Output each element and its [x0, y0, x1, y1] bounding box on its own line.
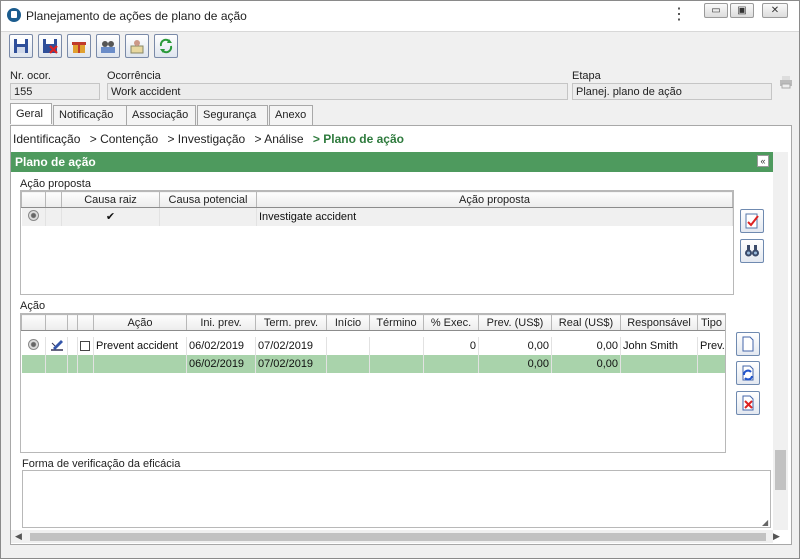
proposed-action-grid: Causa raiz Causa potencial Ação proposta…	[20, 190, 734, 295]
section-header: Plano de ação	[11, 152, 778, 172]
breadcrumb-item[interactable]: > Contenção	[90, 132, 158, 146]
delete-document-icon[interactable]	[736, 391, 760, 415]
column-header[interactable]	[45, 314, 68, 331]
tab-geral[interactable]: Geral	[10, 103, 52, 124]
table-row[interactable]: Prevent accident 06/02/2019 07/02/2019 0…	[21, 336, 725, 355]
type-cell: Prev.	[697, 336, 725, 355]
breadcrumb-item[interactable]: Identificação	[13, 132, 80, 146]
table-row[interactable]: ✔ Investigate accident	[21, 207, 733, 226]
column-header[interactable]	[21, 191, 46, 208]
exec-percent-cell: 0	[423, 336, 479, 355]
column-header[interactable]: Ação	[93, 314, 187, 331]
stage-field[interactable]: Planej. plano de ação	[572, 83, 772, 100]
resize-grip-icon[interactable]: ◢	[762, 518, 768, 527]
row-checkbox[interactable]	[80, 340, 90, 351]
edit-document-icon[interactable]	[736, 361, 760, 385]
column-header[interactable]	[67, 314, 78, 331]
gift-icon[interactable]	[67, 34, 91, 58]
proposed-action-label: Ação proposta	[20, 178, 91, 190]
action-label: Ação	[20, 300, 46, 312]
window-title: Planejamento de ações de plano de ação	[26, 9, 247, 23]
breadcrumb-item[interactable]: > Investigação	[167, 132, 245, 146]
tab-associacao[interactable]: Associação	[126, 105, 196, 125]
column-header[interactable]: Causa potencial	[159, 191, 257, 208]
save-and-close-icon[interactable]	[38, 34, 62, 58]
total-start-planned-cell: 06/02/2019	[186, 354, 256, 373]
minimize-button[interactable]: ▭	[704, 3, 728, 18]
efficacy-label: Forma de verificação da eficácia	[22, 458, 181, 470]
close-button[interactable]: ✕	[762, 3, 788, 18]
total-planned-cost-cell: 0,00	[478, 354, 552, 373]
planned-cost-cell: 0,00	[478, 336, 552, 355]
vertical-scroll-thumb[interactable]	[775, 450, 786, 490]
approve-document-icon[interactable]	[740, 209, 764, 233]
app-icon	[7, 8, 21, 22]
breadcrumb-current[interactable]: > Plano de ação	[313, 132, 404, 146]
refresh-icon[interactable]	[154, 34, 178, 58]
edit-action-icon[interactable]	[45, 336, 68, 355]
real-cost-cell: 0,00	[551, 336, 621, 355]
efficacy-textarea[interactable]	[22, 470, 771, 528]
occurrence-label: Ocorrência	[107, 70, 161, 82]
window: Planejamento de ações de plano de ação ⋮…	[0, 0, 800, 559]
action-grid: Ação Ini. prev. Term. prev. Início Térmi…	[20, 313, 726, 453]
new-document-icon[interactable]	[736, 332, 760, 356]
column-header[interactable]: Ini. prev.	[186, 314, 256, 331]
column-header[interactable]: Término	[369, 314, 424, 331]
action-name-cell: Prevent accident	[93, 336, 187, 355]
search-user-icon[interactable]	[96, 34, 120, 58]
toolbar	[1, 31, 799, 61]
row-radio[interactable]	[27, 209, 39, 221]
start-planned-cell: 06/02/2019	[186, 336, 256, 355]
column-header[interactable]: Ação proposta	[256, 191, 733, 208]
column-header[interactable]: % Exec.	[423, 314, 479, 331]
potential-cause-cell	[159, 207, 257, 226]
breadcrumb: Identificação > Contenção > Investigação…	[13, 132, 410, 146]
column-header[interactable]: Term. prev.	[255, 314, 327, 331]
section-title: Plano de ação	[15, 155, 96, 169]
stage-label: Etapa	[572, 70, 601, 82]
column-header[interactable]	[45, 191, 62, 208]
tab-anexo[interactable]: Anexo	[269, 105, 313, 125]
proposed-action-cell: Investigate accident	[256, 207, 733, 226]
nr-field[interactable]: 155	[10, 83, 100, 100]
scroll-left-icon[interactable]: ◀	[15, 531, 22, 542]
column-header[interactable]	[21, 314, 46, 331]
nr-label: Nr. ocor.	[10, 70, 51, 82]
save-icon[interactable]	[9, 34, 33, 58]
scroll-right-icon[interactable]: ▶	[773, 531, 780, 542]
maximize-button[interactable]: ▣	[730, 3, 754, 18]
total-end-planned-cell: 07/02/2019	[255, 354, 327, 373]
occurrence-field[interactable]: Work accident	[107, 83, 568, 100]
responsible-cell: John Smith	[620, 336, 698, 355]
total-real-cost-cell: 0,00	[551, 354, 621, 373]
print-icon[interactable]	[779, 75, 793, 89]
root-cause-check-icon: ✔	[61, 207, 160, 226]
column-header[interactable]: Tipo	[697, 314, 725, 331]
column-header[interactable]: Responsável	[620, 314, 698, 331]
user-document-icon[interactable]	[125, 34, 149, 58]
column-header[interactable]: Causa raiz	[61, 191, 160, 208]
binoculars-icon[interactable]	[740, 239, 764, 263]
end-cell	[369, 336, 424, 355]
column-header[interactable]: Início	[326, 314, 370, 331]
start-cell	[326, 336, 370, 355]
horizontal-scroll-thumb[interactable]	[30, 533, 766, 541]
title-bar: Planejamento de ações de plano de ação ⋮…	[1, 1, 799, 31]
tab-seguranca[interactable]: Segurança	[197, 105, 268, 125]
more-options-icon[interactable]: ⋮	[671, 7, 687, 23]
column-header[interactable]: Prev. (US$)	[478, 314, 552, 331]
row-radio[interactable]	[27, 338, 39, 350]
column-header[interactable]: Real (US$)	[551, 314, 621, 331]
column-header[interactable]	[77, 314, 94, 331]
tab-notificacao[interactable]: Notificação	[53, 105, 132, 125]
collapse-icon[interactable]: «	[757, 155, 769, 167]
end-planned-cell: 07/02/2019	[255, 336, 327, 355]
total-row: 06/02/2019 07/02/2019 0,00 0,00	[21, 354, 725, 373]
breadcrumb-item[interactable]: > Análise	[255, 132, 304, 146]
